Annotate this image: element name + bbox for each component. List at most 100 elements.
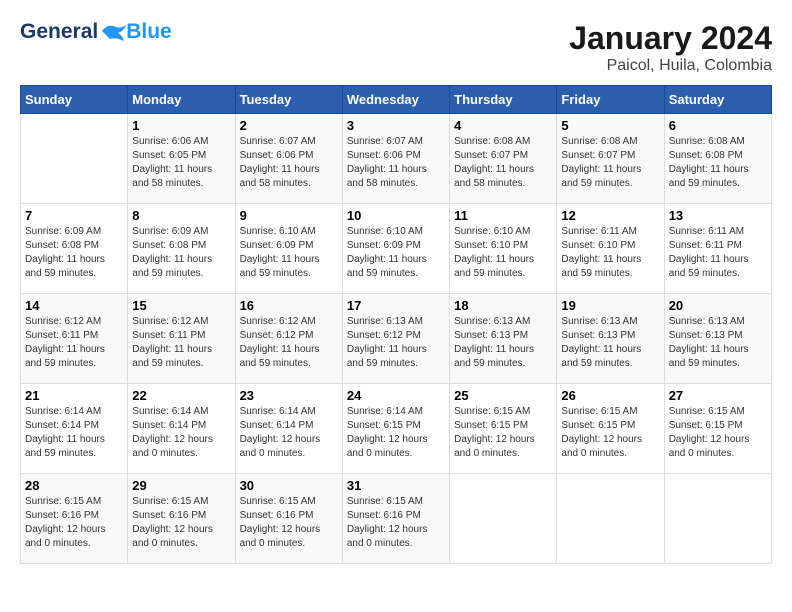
day-number: 17 — [347, 298, 445, 313]
logo: General Blue — [20, 20, 172, 44]
day-number: 7 — [25, 208, 123, 223]
calendar-table: SundayMondayTuesdayWednesdayThursdayFrid… — [20, 85, 772, 564]
day-info: Sunrise: 6:12 AMSunset: 6:12 PMDaylight:… — [240, 315, 338, 371]
calendar-cell: 22 Sunrise: 6:14 AMSunset: 6:14 PMDayligh… — [128, 384, 235, 474]
day-number: 11 — [454, 208, 552, 223]
day-info: Sunrise: 6:12 AMSunset: 6:11 PMDaylight:… — [25, 315, 123, 371]
page-title: January 2024 — [569, 20, 772, 57]
page-header: General Blue January 2024 Paicol, Huila,… — [20, 20, 772, 75]
day-info: Sunrise: 6:13 AMSunset: 6:13 PMDaylight:… — [561, 315, 659, 371]
calendar-cell — [557, 474, 664, 564]
calendar-cell: 9Sunrise: 6:10 AMSunset: 6:09 PMDaylight… — [235, 204, 342, 294]
calendar-header-row: SundayMondayTuesdayWednesdayThursdayFrid… — [21, 86, 772, 114]
calendar-cell: 24 Sunrise: 6:14 AMSunset: 6:15 PMDayligh… — [342, 384, 449, 474]
calendar-header-tuesday: Tuesday — [235, 86, 342, 114]
day-number: 20 — [669, 298, 767, 313]
day-info: Sunrise: 6:13 AMSunset: 6:13 PMDaylight:… — [454, 315, 552, 371]
day-number: 27 — [669, 388, 767, 403]
day-number: 25 — [454, 388, 552, 403]
calendar-cell: 8 Sunrise: 6:09 AMSunset: 6:08 PMDaylight… — [128, 204, 235, 294]
calendar-week-row: 1Sunrise: 6:06 AMSunset: 6:05 PMDaylight… — [21, 114, 772, 204]
day-info: Sunrise: 6:15 AMSunset: 6:15 PMDaylight:… — [561, 405, 659, 461]
day-number: 19 — [561, 298, 659, 313]
calendar-cell: 11 Sunrise: 6:10 AMSunset: 6:10 PMDayligh… — [450, 204, 557, 294]
day-info: Sunrise: 6:15 AMSunset: 6:16 PMDaylight:… — [240, 495, 338, 551]
calendar-cell: 31Sunrise: 6:15 AMSunset: 6:16 PMDayligh… — [342, 474, 449, 564]
day-info: Sunrise: 6:15 AMSunset: 6:16 PMDaylight:… — [25, 495, 123, 551]
title-block: January 2024 Paicol, Huila, Colombia — [569, 20, 772, 75]
day-number: 14 — [25, 298, 123, 313]
day-number: 16 — [240, 298, 338, 313]
day-number: 2 — [240, 118, 338, 133]
calendar-cell: 29 Sunrise: 6:15 AMSunset: 6:16 PMDayligh… — [128, 474, 235, 564]
day-number: 31 — [347, 478, 445, 493]
day-info: Sunrise: 6:15 AMSunset: 6:16 PMDaylight:… — [132, 495, 230, 551]
calendar-header-wednesday: Wednesday — [342, 86, 449, 114]
day-number: 24 — [347, 388, 445, 403]
calendar-header-thursday: Thursday — [450, 86, 557, 114]
calendar-cell: 20 Sunrise: 6:13 AMSunset: 6:13 PMDayligh… — [664, 294, 771, 384]
day-number: 15 — [132, 298, 230, 313]
calendar-cell: 25 Sunrise: 6:15 AMSunset: 6:15 PMDayligh… — [450, 384, 557, 474]
day-number: 23 — [240, 388, 338, 403]
day-info: Sunrise: 6:07 AMSunset: 6:06 PMDaylight:… — [240, 135, 338, 191]
day-info: Sunrise: 6:09 AMSunset: 6:08 PMDaylight:… — [25, 225, 123, 281]
day-number: 10 — [347, 208, 445, 223]
calendar-cell: 2 Sunrise: 6:07 AMSunset: 6:06 PMDaylight… — [235, 114, 342, 204]
calendar-cell: 5Sunrise: 6:08 AMSunset: 6:07 PMDaylight… — [557, 114, 664, 204]
day-number: 28 — [25, 478, 123, 493]
logo-bird-icon — [100, 21, 128, 43]
day-info: Sunrise: 6:15 AMSunset: 6:15 PMDaylight:… — [454, 405, 552, 461]
day-number: 1 — [132, 118, 230, 133]
calendar-cell: 1Sunrise: 6:06 AMSunset: 6:05 PMDaylight… — [128, 114, 235, 204]
day-number: 4 — [454, 118, 552, 133]
calendar-cell: 19 Sunrise: 6:13 AMSunset: 6:13 PMDayligh… — [557, 294, 664, 384]
day-number: 5 — [561, 118, 659, 133]
day-info: Sunrise: 6:08 AMSunset: 6:08 PMDaylight:… — [669, 135, 767, 191]
calendar-cell: 12 Sunrise: 6:11 AMSunset: 6:10 PMDayligh… — [557, 204, 664, 294]
calendar-week-row: 21Sunrise: 6:14 AMSunset: 6:14 PMDayligh… — [21, 384, 772, 474]
calendar-cell: 30 Sunrise: 6:15 AMSunset: 6:16 PMDayligh… — [235, 474, 342, 564]
day-info: Sunrise: 6:07 AMSunset: 6:06 PMDaylight:… — [347, 135, 445, 191]
day-number: 22 — [132, 388, 230, 403]
logo-text: General — [20, 20, 128, 44]
calendar-header-friday: Friday — [557, 86, 664, 114]
day-info: Sunrise: 6:12 AMSunset: 6:11 PMDaylight:… — [132, 315, 230, 371]
day-info: Sunrise: 6:14 AMSunset: 6:14 PMDaylight:… — [240, 405, 338, 461]
calendar-cell: 6Sunrise: 6:08 AMSunset: 6:08 PMDaylight… — [664, 114, 771, 204]
day-number: 8 — [132, 208, 230, 223]
calendar-cell: 15 Sunrise: 6:12 AMSunset: 6:11 PMDayligh… — [128, 294, 235, 384]
calendar-week-row: 28 Sunrise: 6:15 AMSunset: 6:16 PMDayligh… — [21, 474, 772, 564]
calendar-cell: 26Sunrise: 6:15 AMSunset: 6:15 PMDayligh… — [557, 384, 664, 474]
calendar-cell: 23 Sunrise: 6:14 AMSunset: 6:14 PMDayligh… — [235, 384, 342, 474]
day-number: 12 — [561, 208, 659, 223]
day-info: Sunrise: 6:09 AMSunset: 6:08 PMDaylight:… — [132, 225, 230, 281]
logo-blue: Blue — [126, 20, 172, 44]
day-info: Sunrise: 6:10 AMSunset: 6:09 PMDaylight:… — [347, 225, 445, 281]
calendar-cell: 28 Sunrise: 6:15 AMSunset: 6:16 PMDayligh… — [21, 474, 128, 564]
day-info: Sunrise: 6:15 AMSunset: 6:15 PMDaylight:… — [669, 405, 767, 461]
calendar-cell: 16 Sunrise: 6:12 AMSunset: 6:12 PMDayligh… — [235, 294, 342, 384]
calendar-header-monday: Monday — [128, 86, 235, 114]
day-info: Sunrise: 6:14 AMSunset: 6:15 PMDaylight:… — [347, 405, 445, 461]
day-info: Sunrise: 6:14 AMSunset: 6:14 PMDaylight:… — [132, 405, 230, 461]
calendar-cell: 21Sunrise: 6:14 AMSunset: 6:14 PMDayligh… — [21, 384, 128, 474]
day-info: Sunrise: 6:13 AMSunset: 6:12 PMDaylight:… — [347, 315, 445, 371]
calendar-week-row: 7 Sunrise: 6:09 AMSunset: 6:08 PMDaylight… — [21, 204, 772, 294]
day-info: Sunrise: 6:14 AMSunset: 6:14 PMDaylight:… — [25, 405, 123, 461]
day-info: Sunrise: 6:10 AMSunset: 6:10 PMDaylight:… — [454, 225, 552, 281]
day-number: 9 — [240, 208, 338, 223]
day-number: 29 — [132, 478, 230, 493]
day-number: 30 — [240, 478, 338, 493]
calendar-cell — [664, 474, 771, 564]
day-info: Sunrise: 6:11 AMSunset: 6:10 PMDaylight:… — [561, 225, 659, 281]
day-info: Sunrise: 6:13 AMSunset: 6:13 PMDaylight:… — [669, 315, 767, 371]
calendar-cell: 17 Sunrise: 6:13 AMSunset: 6:12 PMDayligh… — [342, 294, 449, 384]
calendar-cell: 13Sunrise: 6:11 AMSunset: 6:11 PMDayligh… — [664, 204, 771, 294]
calendar-cell: 18Sunrise: 6:13 AMSunset: 6:13 PMDayligh… — [450, 294, 557, 384]
calendar-cell: 4Sunrise: 6:08 AMSunset: 6:07 PMDaylight… — [450, 114, 557, 204]
calendar-cell — [21, 114, 128, 204]
day-info: Sunrise: 6:11 AMSunset: 6:11 PMDaylight:… — [669, 225, 767, 281]
calendar-cell: 27 Sunrise: 6:15 AMSunset: 6:15 PMDayligh… — [664, 384, 771, 474]
day-number: 3 — [347, 118, 445, 133]
